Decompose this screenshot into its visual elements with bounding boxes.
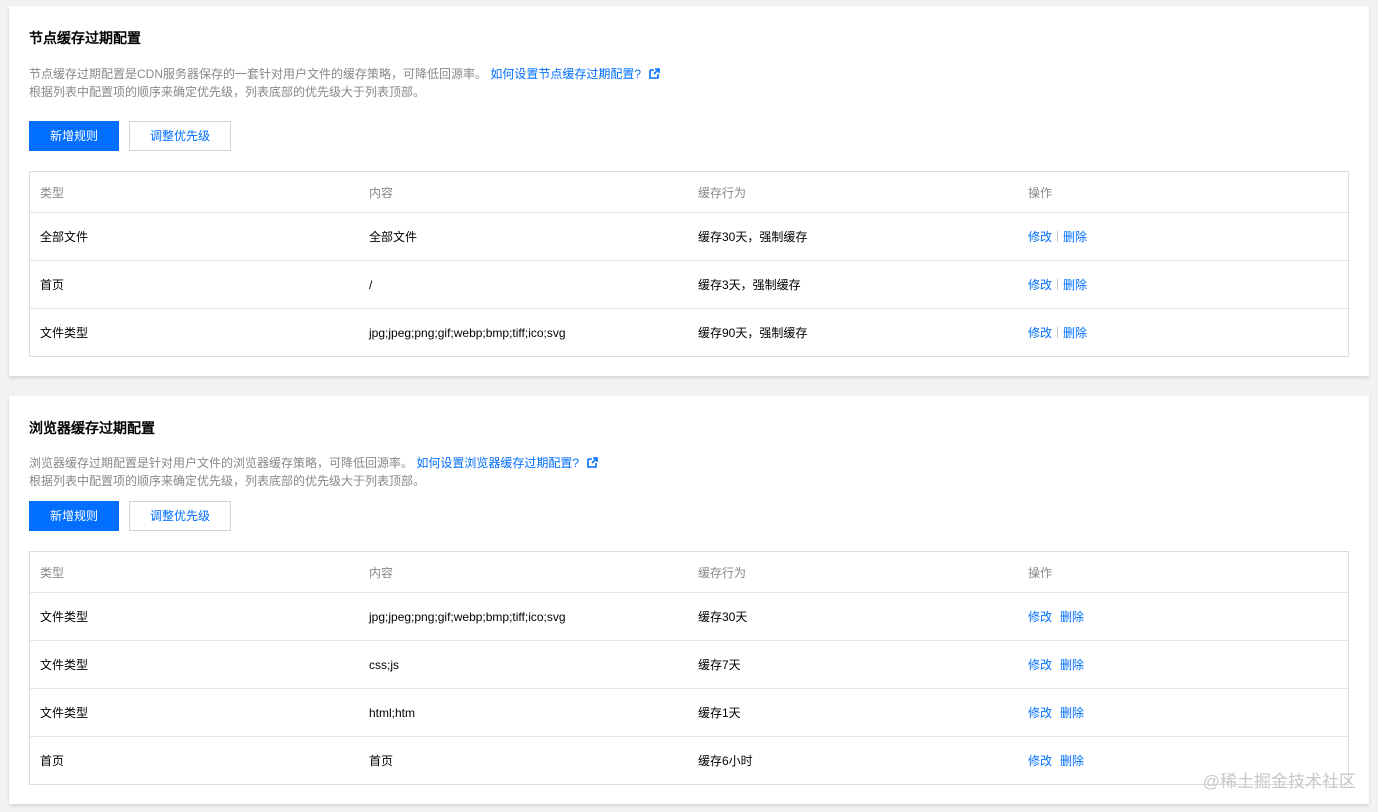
cell-type: 首页 [40, 278, 65, 292]
column-header-behavior: 缓存行为 [698, 185, 747, 200]
table-header: 类型 内容 缓存行为 操作 [30, 172, 1348, 212]
column-header-content: 内容 [369, 185, 394, 200]
cell-content: jpg;jpeg;png;gif;webp;bmp;tiff;ico;svg [369, 609, 566, 624]
browser-adjust-priority-button[interactable]: 调整优先级 [129, 501, 231, 531]
divider [1057, 327, 1059, 338]
cell-type: 文件类型 [40, 326, 89, 340]
browser-cache-title: 浏览器缓存过期配置 [29, 420, 155, 436]
cell-content: css;js [369, 657, 399, 672]
browser-cache-desc-line2: 根据列表中配置项的顺序来确定优先级，列表底部的优先级大于列表顶部。 [29, 474, 426, 488]
delete-link[interactable]: 删除 [1060, 610, 1084, 624]
cell-content: / [369, 277, 373, 292]
divider [1057, 279, 1059, 290]
table-header: 类型 内容 缓存行为 操作 [30, 552, 1348, 592]
cell-behavior: 缓存90天，强制缓存 [698, 326, 808, 340]
cell-type: 首页 [40, 754, 65, 768]
delete-link[interactable]: 删除 [1063, 326, 1087, 340]
node-cache-desc-line2: 根据列表中配置项的顺序来确定优先级，列表底部的优先级大于列表顶部。 [29, 85, 426, 99]
delete-link[interactable]: 删除 [1060, 754, 1084, 768]
column-header-type: 类型 [40, 565, 65, 580]
table-row: 首页 / 缓存3天，强制缓存 修改 删除 [30, 260, 1348, 308]
delete-link[interactable]: 删除 [1063, 230, 1087, 244]
browser-cache-card: 浏览器缓存过期配置 浏览器缓存过期配置是针对用户文件的浏览器缓存策略，可降低回源… [9, 396, 1369, 804]
browser-add-rule-button[interactable]: 新增规则 [29, 501, 119, 531]
edit-link[interactable]: 修改 [1028, 658, 1052, 672]
node-cache-help-link-label: 如何设置节点缓存过期配置? [490, 67, 642, 81]
cell-behavior: 缓存30天 [698, 610, 748, 624]
cell-behavior: 缓存6小时 [698, 754, 753, 768]
browser-cache-help-link-label: 如何设置浏览器缓存过期配置? [416, 456, 580, 470]
table-row: 全部文件 全部文件 缓存30天，强制缓存 修改 删除 [30, 212, 1348, 260]
edit-link[interactable]: 修改 [1028, 754, 1052, 768]
node-cache-desc-line1: 节点缓存过期配置是CDN服务器保存的一套针对用户文件的缓存策略，可降低回源率。 [29, 67, 488, 81]
cell-type: 文件类型 [40, 610, 89, 624]
node-cache-table: 类型 内容 缓存行为 操作 全部文件 全部文件 缓存30天，强制缓存 修改 删除 … [29, 171, 1349, 357]
column-header-actions: 操作 [1028, 185, 1053, 200]
delete-link[interactable]: 删除 [1060, 706, 1084, 720]
external-link-icon [587, 457, 598, 468]
browser-cache-help-link[interactable]: 如何设置浏览器缓存过期配置? [416, 456, 598, 470]
cell-actions: 修改 删除 [1018, 324, 1348, 341]
cell-content: 全部文件 [369, 230, 418, 244]
edit-link[interactable]: 修改 [1028, 610, 1052, 624]
cell-actions: 修改 删除 [1018, 608, 1348, 625]
cell-behavior: 缓存1天 [698, 706, 741, 720]
table-row: 文件类型 jpg;jpeg;png;gif;webp;bmp;tiff;ico;… [30, 592, 1348, 640]
table-row: 首页 首页 缓存6小时 修改 删除 [30, 736, 1348, 784]
edit-link[interactable]: 修改 [1028, 706, 1052, 720]
column-header-actions: 操作 [1028, 565, 1053, 580]
node-add-rule-button[interactable]: 新增规则 [29, 121, 119, 151]
node-adjust-priority-button[interactable]: 调整优先级 [129, 121, 231, 151]
cell-behavior: 缓存30天，强制缓存 [698, 230, 808, 244]
node-cache-description: 节点缓存过期配置是CDN服务器保存的一套针对用户文件的缓存策略，可降低回源率。 … [29, 65, 660, 101]
cell-content: 首页 [369, 754, 394, 768]
cell-actions: 修改 删除 [1018, 656, 1348, 673]
node-cache-help-link[interactable]: 如何设置节点缓存过期配置? [490, 67, 660, 81]
delete-link[interactable]: 删除 [1060, 658, 1084, 672]
cell-behavior: 缓存3天，强制缓存 [698, 278, 801, 292]
cell-behavior: 缓存7天 [698, 658, 741, 672]
edit-link[interactable]: 修改 [1028, 278, 1052, 292]
divider [1057, 231, 1059, 242]
delete-link[interactable]: 删除 [1063, 278, 1087, 292]
browser-cache-description: 浏览器缓存过期配置是针对用户文件的浏览器缓存策略，可降低回源率。 如何设置浏览器… [29, 454, 598, 490]
cell-type: 文件类型 [40, 706, 89, 720]
cell-content: html;htm [369, 705, 416, 720]
table-row: 文件类型 html;htm 缓存1天 修改 删除 [30, 688, 1348, 736]
cell-type: 文件类型 [40, 658, 89, 672]
cell-actions: 修改 删除 [1018, 228, 1348, 245]
cell-actions: 修改 删除 [1018, 276, 1348, 293]
browser-cache-desc-line1: 浏览器缓存过期配置是针对用户文件的浏览器缓存策略，可降低回源率。 [29, 456, 414, 470]
external-link-icon [649, 68, 660, 79]
column-header-content: 内容 [369, 565, 394, 580]
edit-link[interactable]: 修改 [1028, 230, 1052, 244]
table-row: 文件类型 jpg;jpeg;png;gif;webp;bmp;tiff;ico;… [30, 308, 1348, 356]
column-header-type: 类型 [40, 185, 65, 200]
table-row: 文件类型 css;js 缓存7天 修改 删除 [30, 640, 1348, 688]
node-cache-card: 节点缓存过期配置 节点缓存过期配置是CDN服务器保存的一套针对用户文件的缓存策略… [9, 6, 1369, 376]
browser-cache-table: 类型 内容 缓存行为 操作 文件类型 jpg;jpeg;png;gif;webp… [29, 551, 1349, 785]
cell-actions: 修改 删除 [1018, 704, 1348, 721]
watermark: @稀土掘金技术社区 [1202, 772, 1356, 791]
edit-link[interactable]: 修改 [1028, 326, 1052, 340]
column-header-behavior: 缓存行为 [698, 565, 747, 580]
cell-type: 全部文件 [40, 230, 89, 244]
node-cache-title: 节点缓存过期配置 [29, 30, 141, 46]
cell-content: jpg;jpeg;png;gif;webp;bmp;tiff;ico;svg [369, 325, 566, 340]
